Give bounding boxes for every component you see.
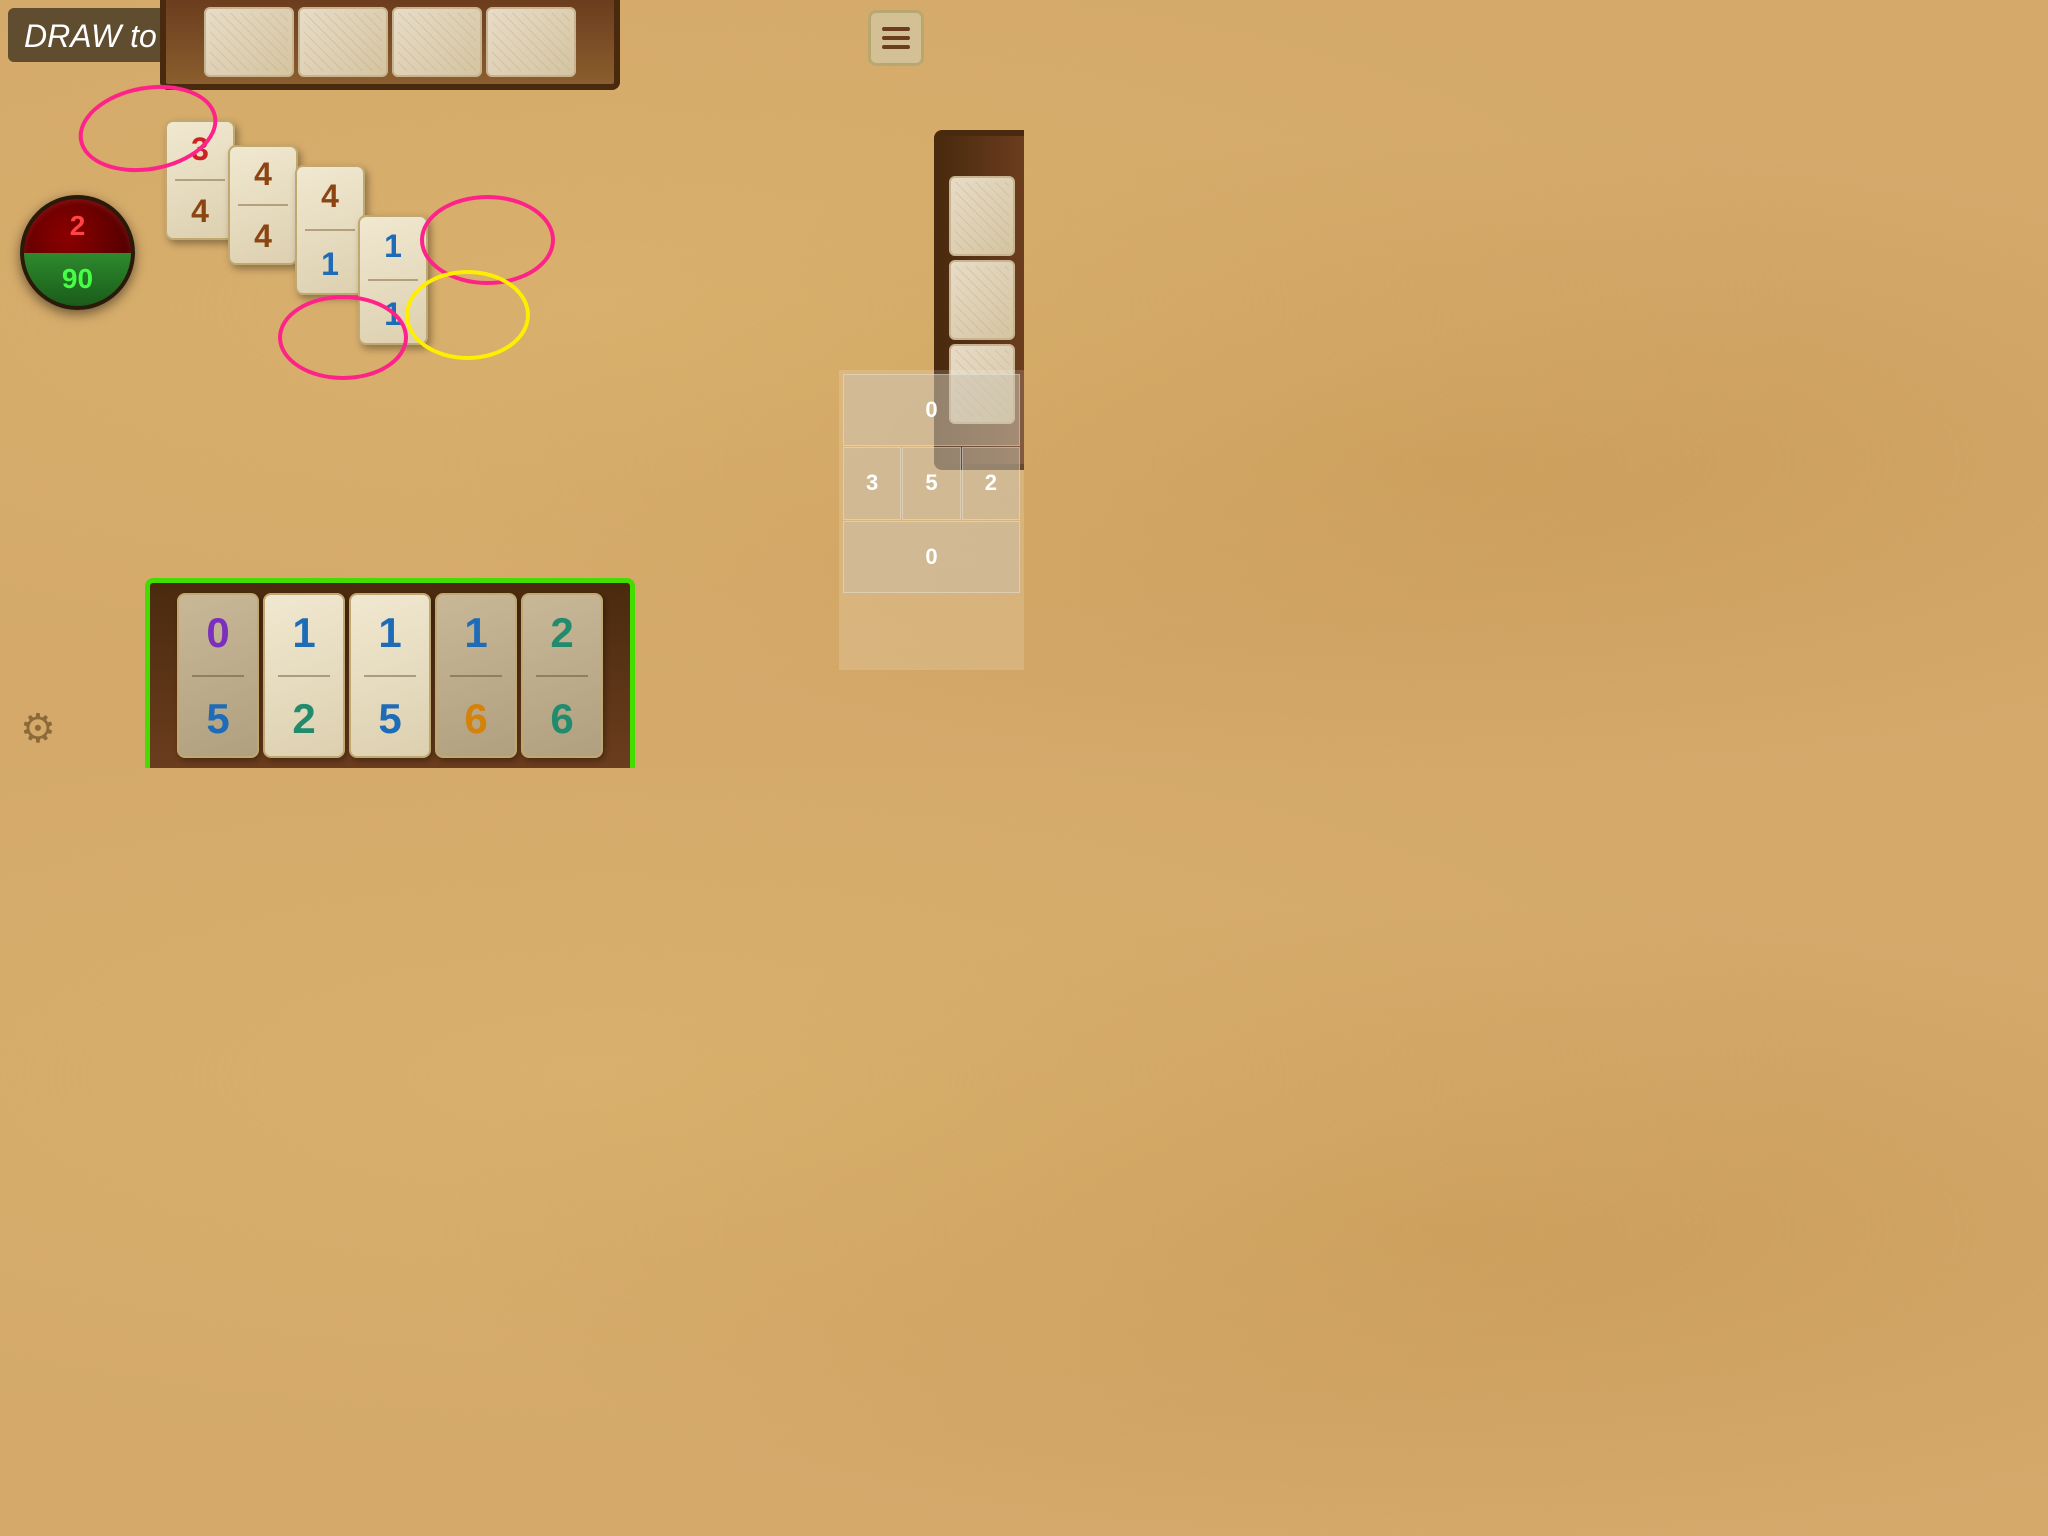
bottom-tile-3[interactable]: 1 5 — [349, 593, 431, 758]
top-card-3[interactable] — [392, 7, 482, 77]
bottom-tile-2-top: 1 — [292, 612, 315, 654]
gear-button[interactable]: ⚙ — [20, 706, 70, 756]
bottom-tile-3-bottom: 5 — [378, 698, 401, 740]
score-cell-last-0: 0 — [843, 521, 1020, 593]
bottom-tile-2[interactable]: 1 2 — [263, 593, 345, 758]
domino-1-top: 3 — [191, 133, 209, 165]
timer-green-section: 90 — [24, 253, 131, 307]
top-card-2[interactable] — [298, 7, 388, 77]
bottom-tile-5-bottom: 6 — [550, 698, 573, 740]
bottom-tile-5[interactable]: 2 6 — [521, 593, 603, 758]
domino-2-divider — [238, 204, 288, 206]
top-rack — [160, 0, 620, 90]
score-panel: 0 3 5 2 0 — [839, 370, 1024, 670]
score-cell-2: 2 — [962, 447, 1020, 519]
bottom-tile-3-divider — [364, 675, 416, 677]
domino-4-bottom: 1 — [384, 298, 402, 330]
domino-4-top: 1 — [384, 230, 402, 262]
domino-1-divider — [175, 179, 225, 181]
domino-4[interactable]: 1 1 — [358, 215, 428, 345]
domino-1-bottom: 4 — [191, 195, 209, 227]
bottom-rack: 0 5 1 2 1 5 1 6 2 6 — [145, 578, 635, 768]
circle-right — [420, 195, 555, 285]
domino-2-bottom: 4 — [254, 220, 272, 252]
bottom-tile-1-top: 0 — [206, 612, 229, 654]
score-cell-5: 5 — [902, 447, 960, 519]
bottom-tile-1[interactable]: 0 5 — [177, 593, 259, 758]
timer-red-section: 2 — [24, 199, 131, 253]
timer-red-value: 2 — [70, 210, 86, 242]
bottom-tile-3-top: 1 — [378, 612, 401, 654]
domino-2[interactable]: 4 4 — [228, 145, 298, 265]
top-card-1[interactable] — [204, 7, 294, 77]
menu-button[interactable] — [868, 10, 924, 66]
domino-3-divider — [305, 229, 355, 231]
menu-line-2 — [882, 36, 910, 40]
domino-1[interactable]: 3 4 — [165, 120, 235, 240]
score-cell-0: 0 — [843, 374, 1020, 446]
domino-3-bottom: 1 — [321, 248, 339, 280]
domino-4-divider — [368, 279, 418, 281]
bottom-tile-4[interactable]: 1 6 — [435, 593, 517, 758]
gear-icon: ⚙ — [20, 707, 56, 751]
timer: 2 90 — [20, 195, 135, 310]
timer-green-value: 90 — [62, 263, 93, 295]
bottom-tile-4-top: 1 — [464, 612, 487, 654]
bottom-tile-5-divider — [536, 675, 588, 677]
domino-2-top: 4 — [254, 158, 272, 190]
domino-3[interactable]: 4 1 — [295, 165, 365, 295]
score-cell-3: 3 — [843, 447, 901, 519]
bottom-tile-2-bottom: 2 — [292, 698, 315, 740]
menu-line-1 — [882, 27, 910, 31]
top-card-4[interactable] — [486, 7, 576, 77]
draw-text: DRAW to — [24, 18, 157, 54]
domino-3-top: 4 — [321, 180, 339, 212]
menu-line-3 — [882, 45, 910, 49]
bottom-tile-4-bottom: 6 — [464, 698, 487, 740]
right-card-2[interactable] — [949, 260, 1015, 340]
bottom-tile-2-divider — [278, 675, 330, 677]
right-card-1[interactable] — [949, 176, 1015, 256]
bottom-tile-5-top: 2 — [550, 612, 573, 654]
bottom-tile-1-divider — [192, 675, 244, 677]
bottom-tile-1-bottom: 5 — [206, 698, 229, 740]
bottom-tile-4-divider — [450, 675, 502, 677]
